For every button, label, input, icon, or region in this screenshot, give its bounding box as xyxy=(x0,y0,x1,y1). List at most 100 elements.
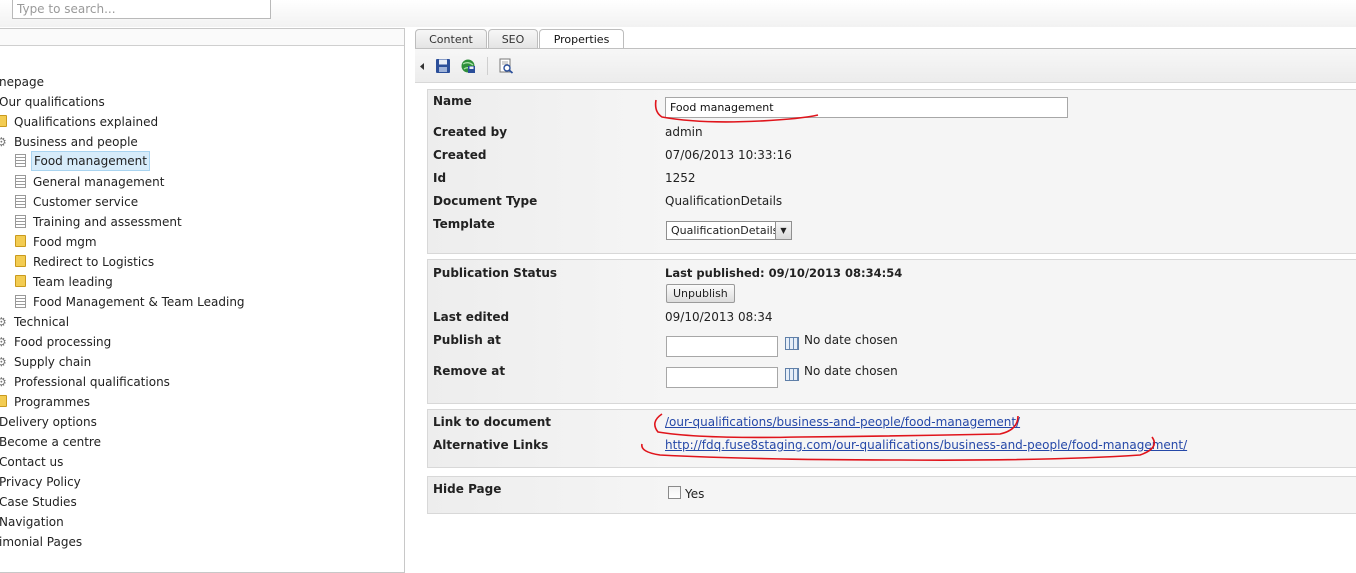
id-label: Id xyxy=(433,171,447,185)
tree-item[interactable]: ⚙ Business and people xyxy=(0,133,376,151)
gears-icon: ⚙ xyxy=(0,315,7,329)
tab-seo[interactable]: SEO xyxy=(488,29,538,49)
publish-at-input[interactable] xyxy=(666,336,778,357)
tree-item[interactable]: Contact us xyxy=(0,453,381,471)
document-type-label: Document Type xyxy=(433,194,538,208)
save-and-publish-icon[interactable] xyxy=(460,58,476,74)
alternative-link[interactable]: http://fdq.fuse8staging.com/our-qualific… xyxy=(665,438,1187,452)
tree-item-label: Navigation xyxy=(0,515,64,529)
collapse-arrow-icon[interactable] xyxy=(420,63,425,70)
name-label: Name xyxy=(433,94,472,108)
tree-item-selected[interactable]: Food management xyxy=(15,151,395,171)
hide-page-checkbox[interactable] xyxy=(668,486,681,499)
document-icon xyxy=(15,154,26,167)
properties-section: Name Created by admin Created 07/06/2013… xyxy=(427,89,1356,254)
id-value: 1252 xyxy=(665,171,696,185)
tree-item[interactable]: ⚙ Food processing xyxy=(0,333,376,351)
tree-item[interactable]: Food mgm xyxy=(15,233,395,251)
tree-item[interactable]: nepage xyxy=(0,73,381,91)
tree-item[interactable]: Delivery options xyxy=(0,413,381,431)
tab-properties[interactable]: Properties xyxy=(539,29,624,50)
calendar-icon[interactable] xyxy=(785,368,799,381)
created-by-value: admin xyxy=(665,125,703,139)
folder-icon xyxy=(0,115,7,127)
tree-item[interactable]: Become a centre xyxy=(0,433,381,451)
hide-page-label: Hide Page xyxy=(433,482,502,496)
document-type-value: QualificationDetails xyxy=(665,194,783,208)
tree-item[interactable]: Training and assessment xyxy=(15,213,395,231)
document-icon xyxy=(15,295,26,308)
tree-item-label: Food management xyxy=(31,151,150,171)
tree-item[interactable]: Redirect to Logistics xyxy=(15,253,395,271)
tree-item[interactable]: Qualifications explained xyxy=(0,113,376,131)
remove-at-input[interactable] xyxy=(666,367,778,388)
document-icon xyxy=(15,215,26,228)
preview-icon[interactable] xyxy=(498,58,514,74)
hide-page-section: Hide Page Yes xyxy=(427,476,1356,514)
tree-item-label: Food processing xyxy=(14,335,112,349)
gears-icon: ⚙ xyxy=(0,335,7,349)
unpublish-button[interactable]: Unpublish xyxy=(666,284,735,303)
publish-at-note: No date chosen xyxy=(804,333,898,347)
tree-item[interactable]: imonial Pages xyxy=(0,533,381,551)
created-by-label: Created by xyxy=(433,125,508,139)
folder-icon xyxy=(15,275,26,287)
tree-item-label: Case Studies xyxy=(0,495,77,509)
folder-icon xyxy=(15,235,26,247)
tree-item-label: Redirect to Logistics xyxy=(33,255,155,269)
tab-content[interactable]: Content xyxy=(415,29,487,49)
tree-item-label: Programmes xyxy=(14,395,90,409)
tree-item-label: Privacy Policy xyxy=(0,475,81,489)
gears-icon: ⚙ xyxy=(0,375,7,389)
tree-item[interactable]: Customer service xyxy=(15,193,395,211)
tree-item-label: Business and people xyxy=(14,135,138,149)
tree-item[interactable]: Food Management & Team Leading xyxy=(15,293,395,311)
document-icon xyxy=(15,195,26,208)
name-field[interactable] xyxy=(665,97,1068,118)
tree-item-label: Food mgm xyxy=(33,235,97,249)
template-select[interactable]: QualificationDetails ▼ xyxy=(666,221,792,240)
hide-page-checkbox-label: Yes xyxy=(685,487,705,501)
tree-item-label: Supply chain xyxy=(14,355,92,369)
tree-item[interactable]: Our qualifications xyxy=(0,93,381,111)
tree-item-label: Team leading xyxy=(33,275,113,289)
template-label: Template xyxy=(433,217,495,231)
last-published-value: Last published: 09/10/2013 08:34:54 xyxy=(665,266,903,280)
search-input[interactable] xyxy=(12,0,271,19)
tree-item[interactable]: ⚙ Supply chain xyxy=(0,353,376,371)
tree-item[interactable]: General management xyxy=(15,173,395,191)
tree-item-label: Our qualifications xyxy=(0,95,105,109)
tree-item-label: General management xyxy=(33,175,165,189)
tree-item[interactable]: ⚙ Technical xyxy=(0,313,376,331)
tree-item-label: Food Management & Team Leading xyxy=(33,295,245,309)
publication-section: Publication Status Last published: 09/10… xyxy=(427,259,1356,404)
alternative-links-label: Alternative Links xyxy=(433,438,549,452)
link-to-document[interactable]: /our-qualifications/business-and-people/… xyxy=(665,415,1020,429)
content-tree-panel: nepage Our qualifications Qualifications e… xyxy=(0,28,405,573)
top-bar xyxy=(0,0,1356,27)
tree-item[interactable]: Programmes xyxy=(0,393,376,411)
created-value: 07/06/2013 10:33:16 xyxy=(665,148,792,162)
gears-icon: ⚙ xyxy=(0,355,7,369)
remove-at-label: Remove at xyxy=(433,364,506,378)
template-select-value: QualificationDetails xyxy=(671,224,779,237)
tree-item[interactable]: Team leading xyxy=(15,273,395,291)
chevron-down-icon: ▼ xyxy=(775,222,791,239)
tree-item-label: Training and assessment xyxy=(33,215,182,229)
folder-icon xyxy=(0,395,7,407)
gears-icon: ⚙ xyxy=(0,135,7,149)
tree-item[interactable]: Navigation xyxy=(0,513,381,531)
tree-item-label: imonial Pages xyxy=(0,535,83,549)
save-icon[interactable] xyxy=(435,58,451,74)
tree-item[interactable]: Privacy Policy xyxy=(0,473,381,491)
tree-item[interactable]: Case Studies xyxy=(0,493,381,511)
document-icon xyxy=(15,175,26,188)
tree-item-label: Delivery options xyxy=(0,415,97,429)
link-to-document-label: Link to document xyxy=(433,415,552,429)
remove-at-note: No date chosen xyxy=(804,364,898,378)
calendar-icon[interactable] xyxy=(785,337,799,350)
tree-item[interactable]: ⚙ Professional qualifications xyxy=(0,373,376,391)
tree-item-label: Professional qualifications xyxy=(14,375,170,389)
tree-item-label: Customer service xyxy=(33,195,139,209)
tree-item-label: Contact us xyxy=(0,455,64,469)
